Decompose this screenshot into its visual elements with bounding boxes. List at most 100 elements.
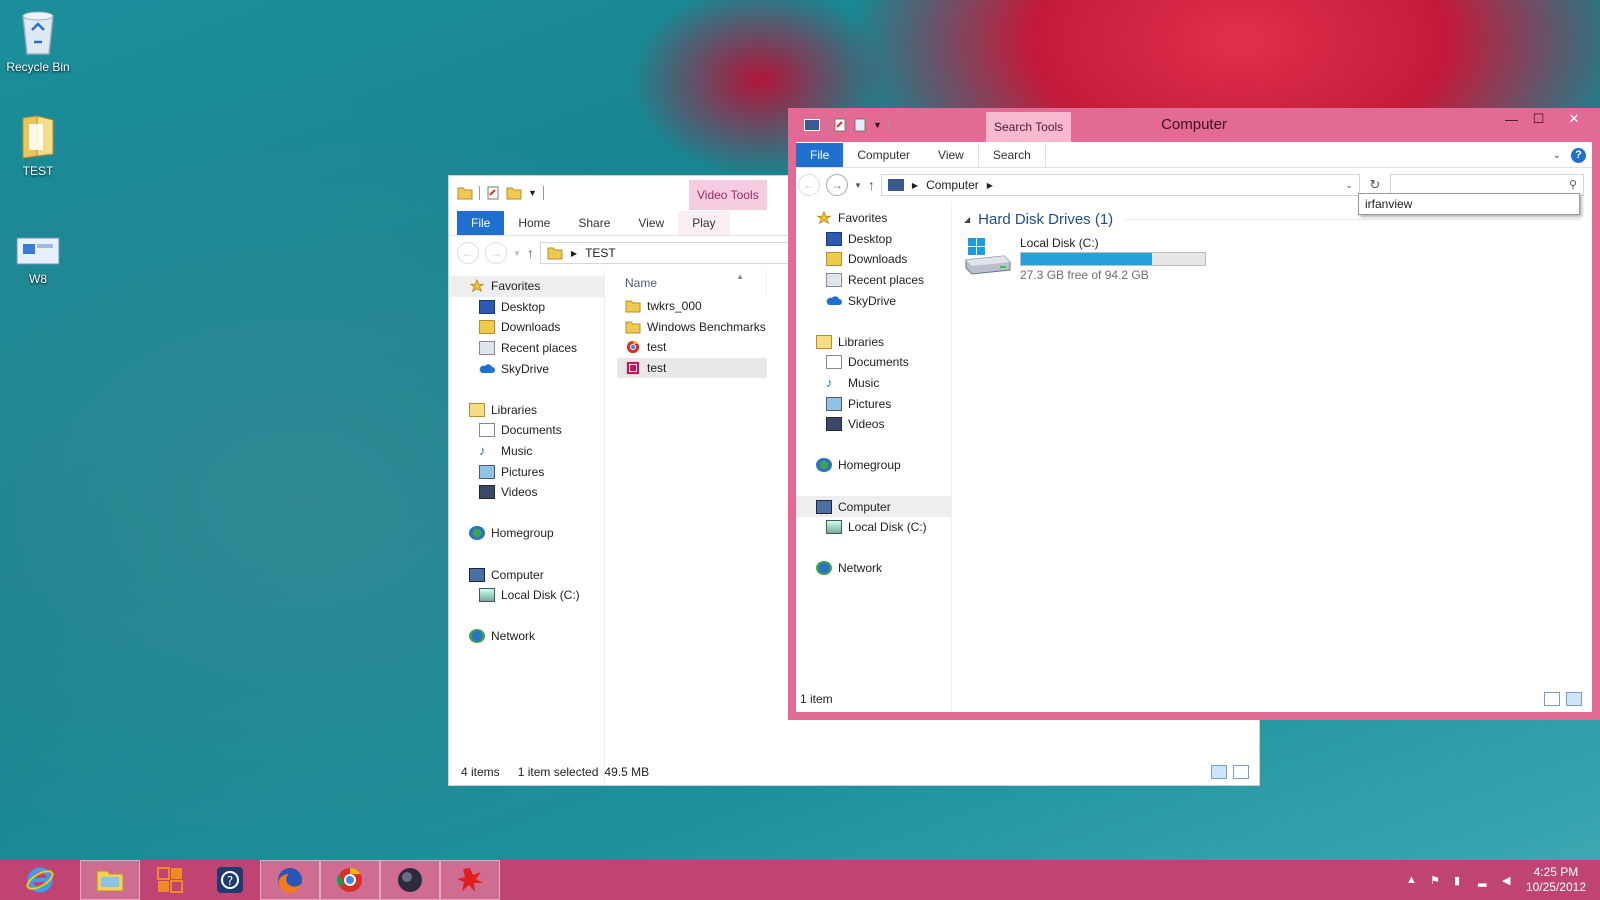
address-field[interactable]: ▶ Computer ▶ ⌄ (880, 174, 1360, 196)
new-folder-icon[interactable] (853, 118, 867, 132)
desktop-icon-recycle-bin[interactable]: Recycle Bin (0, 8, 76, 74)
forward-button[interactable]: → (826, 174, 848, 196)
collapse-triangle-icon[interactable]: ◢ (964, 215, 970, 224)
nav-favorites[interactable]: Favorites (796, 208, 951, 229)
breadcrumb-chevron-icon[interactable]: ▶ (987, 181, 993, 190)
title-bar[interactable]: ▼ Search Tools Computer — ☐ ✕ (788, 108, 1600, 142)
recent-locations-icon[interactable]: ▼ (513, 249, 521, 258)
nav-pictures[interactable]: Pictures (796, 393, 951, 414)
tab-file[interactable]: File (796, 143, 844, 167)
network-signal-icon[interactable]: ▂ (1478, 874, 1490, 887)
chevron-down-icon[interactable]: ▼ (873, 120, 882, 130)
nav-local-disk[interactable]: Local Disk (C:) (796, 517, 951, 538)
refresh-icon[interactable]: ↻ (1366, 177, 1384, 193)
tab-search[interactable]: Search (977, 143, 1046, 167)
volume-icon[interactable]: ◀ (1502, 874, 1514, 887)
drive-tile-local-disk[interactable]: Local Disk (C:) 27.3 GB free of 94.2 GB (964, 236, 1580, 282)
nav-local-disk[interactable]: Local Disk (C:) (449, 585, 604, 606)
tab-view[interactable]: View (624, 211, 678, 235)
breadcrumb-test[interactable]: TEST (585, 246, 616, 260)
expand-ribbon-icon[interactable]: ⌄ (1553, 150, 1561, 161)
forward-button[interactable]: → (485, 242, 507, 264)
tab-file[interactable]: File (457, 211, 505, 235)
nav-music[interactable]: ♪ Music (449, 441, 604, 462)
column-header-name[interactable]: Name ▲ (617, 270, 767, 296)
action-center-flag-icon[interactable]: ⚑ (1430, 874, 1442, 887)
nav-libraries[interactable]: Libraries (449, 400, 604, 421)
navigation-pane[interactable]: Favorites Desktop Downloads Recent place… (796, 202, 952, 712)
content-pane[interactable]: ◢ Hard Disk Drives (1) Local Disk (C:) 2… (952, 202, 1592, 712)
tab-view[interactable]: View (924, 143, 978, 167)
list-item[interactable]: twkrs_000 (617, 296, 767, 317)
properties-icon[interactable] (833, 118, 847, 132)
tab-share[interactable]: Share (564, 211, 624, 235)
taskbar-internet-explorer[interactable] (0, 860, 80, 900)
nav-desktop[interactable]: Desktop (796, 229, 951, 250)
help-icon[interactable]: ? (1571, 147, 1586, 163)
nav-music[interactable]: ♪ Music (796, 373, 951, 394)
taskbar-help-app[interactable]: ? (200, 860, 260, 900)
nav-network[interactable]: Network (796, 558, 951, 579)
tab-computer[interactable]: Computer (843, 143, 924, 167)
nav-skydrive[interactable]: SkyDrive (796, 290, 951, 311)
chevron-down-icon[interactable]: ▼ (528, 188, 537, 198)
chrome-file-icon (626, 341, 640, 354)
properties-icon[interactable] (486, 186, 500, 200)
details-view-icon[interactable] (1211, 765, 1227, 779)
nav-recent-places[interactable]: Recent places (449, 338, 604, 359)
battery-icon[interactable]: ▮ (1454, 874, 1466, 887)
maximize-button[interactable]: ☐ (1525, 108, 1552, 130)
back-button[interactable]: ← (457, 242, 479, 264)
nav-downloads[interactable]: Downloads (449, 317, 604, 338)
breadcrumb-computer[interactable]: Computer (926, 178, 979, 192)
breadcrumb-chevron-icon[interactable]: ▶ (571, 249, 577, 258)
minimize-button[interactable]: — (1498, 108, 1525, 130)
large-icons-view-icon[interactable] (1233, 765, 1249, 779)
nav-homegroup[interactable]: Homegroup (796, 455, 951, 476)
taskbar-chrome[interactable] (320, 860, 380, 900)
nav-homegroup[interactable]: Homegroup (449, 523, 604, 544)
nav-desktop[interactable]: Desktop (449, 297, 604, 318)
details-view-icon[interactable] (1544, 692, 1560, 706)
taskbar-metro-app[interactable] (140, 860, 200, 900)
breadcrumb-chevron-icon[interactable]: ▶ (912, 181, 918, 190)
list-item[interactable]: test (617, 337, 767, 358)
tab-home[interactable]: Home (504, 211, 564, 235)
new-folder-icon[interactable] (506, 186, 522, 200)
nav-videos[interactable]: Videos (449, 482, 604, 503)
taskbar-firefox[interactable] (260, 860, 320, 900)
desktop-icon-test-folder[interactable]: TEST (0, 112, 76, 178)
taskbar-paint-app[interactable] (440, 860, 500, 900)
nav-network[interactable]: Network (449, 626, 604, 647)
recent-locations-icon[interactable]: ▼ (854, 181, 862, 190)
back-button[interactable]: ← (798, 174, 820, 196)
taskbar-media-app[interactable] (380, 860, 440, 900)
up-button[interactable]: ↑ (868, 177, 875, 193)
list-item[interactable]: test (617, 357, 767, 379)
nav-favorites[interactable]: Favorites (449, 276, 604, 297)
nav-pictures[interactable]: Pictures (449, 461, 604, 482)
search-icon[interactable]: ⚲ (1569, 178, 1577, 191)
nav-recent-places[interactable]: Recent places (796, 270, 951, 291)
close-button[interactable]: ✕ (1552, 108, 1596, 130)
clock[interactable]: 4:25 PM 10/25/2012 (1526, 865, 1586, 895)
desktop-icon-w8[interactable]: W8 (0, 236, 76, 286)
nav-skydrive[interactable]: SkyDrive (449, 358, 604, 379)
taskbar-file-explorer[interactable] (80, 860, 140, 900)
search-suggestion[interactable]: irfanview (1358, 193, 1580, 215)
show-hidden-icons-icon[interactable]: ▲ (1406, 874, 1418, 886)
address-dropdown-icon[interactable]: ⌄ (1345, 180, 1353, 191)
nav-documents[interactable]: Documents (796, 352, 951, 373)
nav-downloads[interactable]: Downloads (796, 249, 951, 270)
tab-play[interactable]: Play (678, 211, 730, 235)
nav-computer[interactable]: Computer (796, 496, 951, 517)
up-button[interactable]: ↑ (527, 245, 534, 261)
nav-libraries[interactable]: Libraries (796, 332, 951, 353)
nav-computer[interactable]: Computer (449, 564, 604, 585)
navigation-pane[interactable]: Favorites Desktop Downloads Recent place… (449, 270, 605, 785)
nav-videos[interactable]: Videos (796, 414, 951, 435)
list-item[interactable]: Windows Benchmarks (617, 317, 767, 338)
large-icons-view-icon[interactable] (1566, 692, 1582, 706)
sort-up-icon: ▲ (736, 272, 744, 281)
nav-documents[interactable]: Documents (449, 420, 604, 441)
